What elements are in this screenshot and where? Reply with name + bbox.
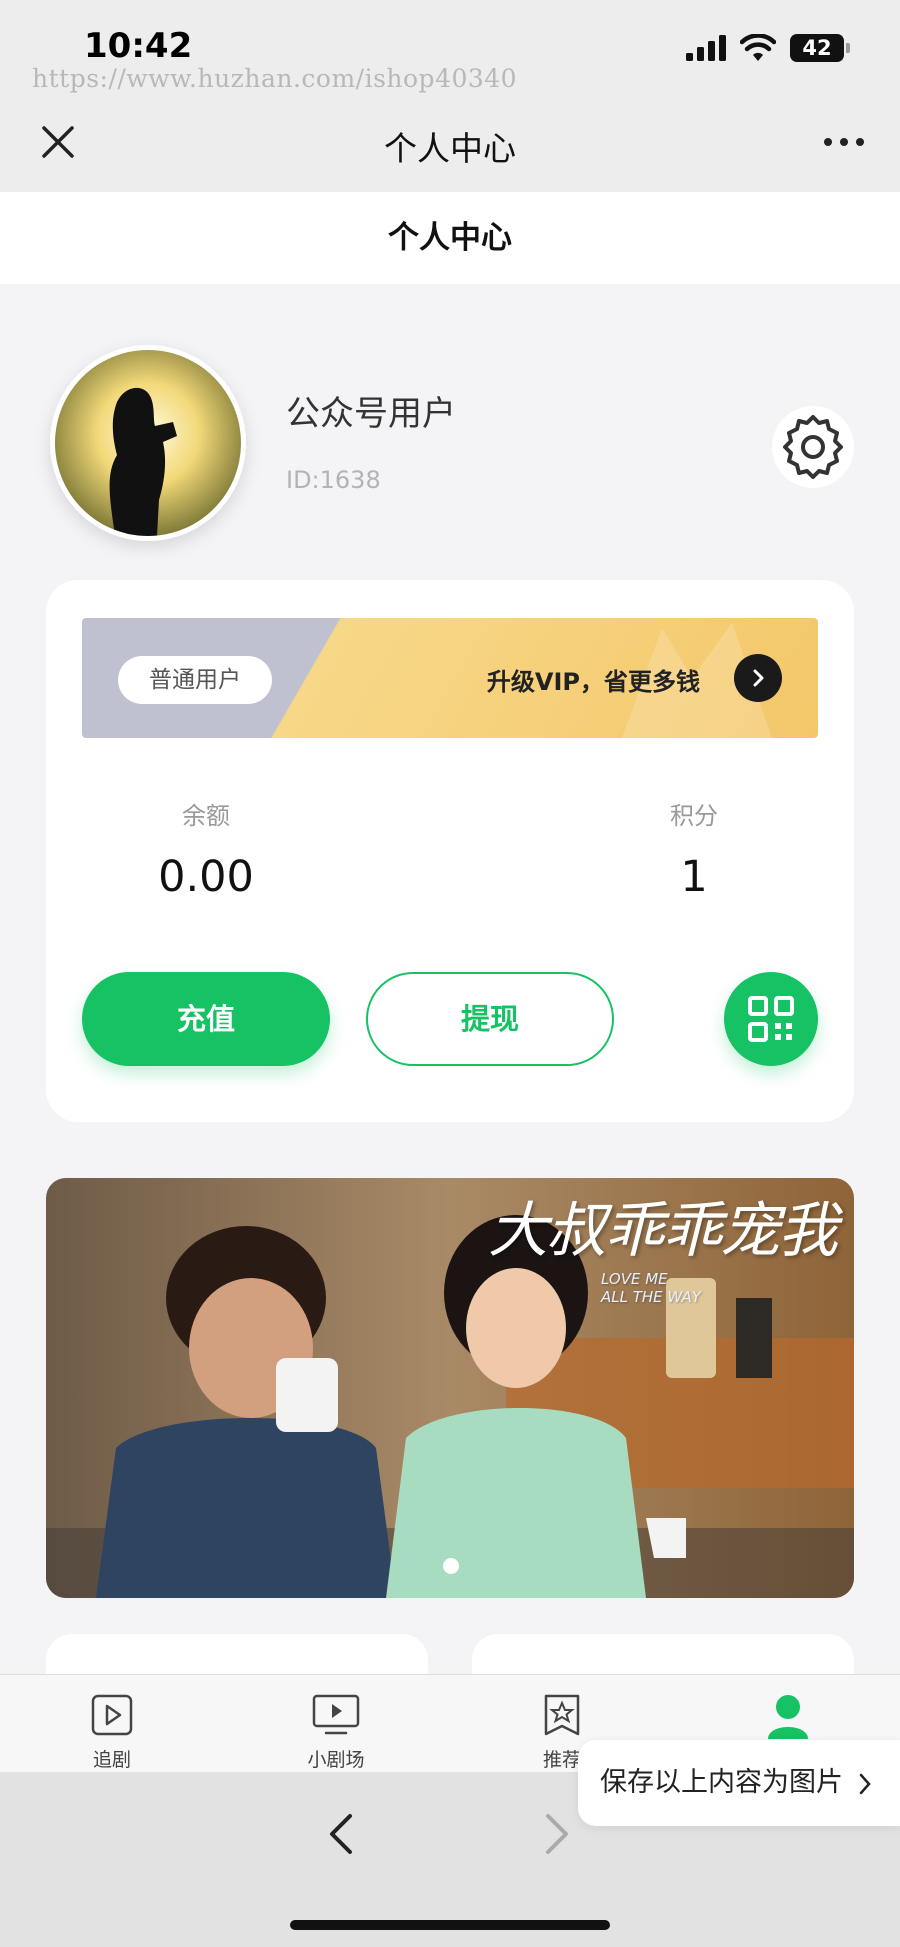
avatar-image <box>55 350 241 536</box>
chevron-right-icon[interactable] <box>734 654 782 702</box>
status-bar: 10:42 https://www.huzhan.com/ishop40340 … <box>0 0 900 96</box>
promo-title: 大叔乖乖宠我 <box>488 1196 838 1266</box>
withdraw-button[interactable]: 提现 <box>366 972 614 1066</box>
more-icon[interactable] <box>822 122 866 162</box>
qr-code-icon <box>748 996 794 1042</box>
points-value: 1 <box>680 852 708 902</box>
promo-subtitle-line2: ALL THE WAY <box>601 1288 701 1306</box>
vip-upgrade-banner[interactable]: 普通用户 升级VIP，省更多钱 <box>82 618 818 738</box>
status-icons: 42 <box>686 34 850 62</box>
points-label: 积分 <box>670 802 718 830</box>
user-icon <box>768 1695 808 1739</box>
tab-following-label: 追剧 <box>92 1749 131 1771</box>
tab-profile[interactable] <box>728 1693 848 1745</box>
promo-banner[interactable]: 大叔乖乖宠我 LOVE ME ALL THE WAY <box>46 1178 854 1598</box>
signal-icon <box>686 35 726 61</box>
carousel-dot-active[interactable] <box>443 1558 459 1574</box>
forward-icon[interactable] <box>542 1812 572 1856</box>
chevron-right-icon <box>859 1773 871 1794</box>
star-bookmark-icon <box>544 1694 580 1736</box>
save-as-image-label: 保存以上内容为图片 <box>600 1767 843 1798</box>
status-time: 10:42 <box>84 26 193 66</box>
wifi-icon <box>740 34 776 61</box>
recharge-button[interactable]: 充值 <box>82 972 330 1066</box>
balance-label: 余额 <box>182 802 230 830</box>
user-level-badge: 普通用户 <box>118 656 272 704</box>
balance-value: 0.00 <box>158 852 254 902</box>
page-title: 个人中心 <box>0 192 900 284</box>
battery-indicator: 42 <box>790 34 850 62</box>
tab-theater-label: 小剧场 <box>307 1749 365 1771</box>
username: 公众号用户 <box>286 394 456 434</box>
promo-subtitle: LOVE ME ALL THE WAY <box>601 1270 701 1306</box>
home-indicator[interactable] <box>290 1920 610 1930</box>
nav-title: 个人中心 <box>384 129 516 168</box>
play-square-icon <box>91 1694 133 1736</box>
user-id: ID:1638 <box>286 466 381 494</box>
save-as-image-button[interactable]: 保存以上内容为图片 <box>578 1740 900 1826</box>
tv-play-icon <box>312 1694 360 1735</box>
promo-subtitle-line1: LOVE ME <box>601 1270 668 1288</box>
back-icon[interactable] <box>326 1812 356 1856</box>
tab-following[interactable]: 追剧 <box>52 1693 172 1772</box>
account-card: 普通用户 升级VIP，省更多钱 余额 0.00 积分 1 充值 提现 <box>46 580 854 1122</box>
avatar[interactable] <box>50 345 246 541</box>
vip-promo-text: 升级VIP，省更多钱 <box>486 668 700 696</box>
url-watermark: https://www.huzhan.com/ishop40340 <box>32 64 518 93</box>
qr-code-button[interactable] <box>724 972 818 1066</box>
gear-icon <box>783 415 843 479</box>
nav-bar: 个人中心 <box>0 96 900 192</box>
tab-theater[interactable]: 小剧场 <box>276 1693 396 1772</box>
settings-button[interactable] <box>772 406 854 488</box>
